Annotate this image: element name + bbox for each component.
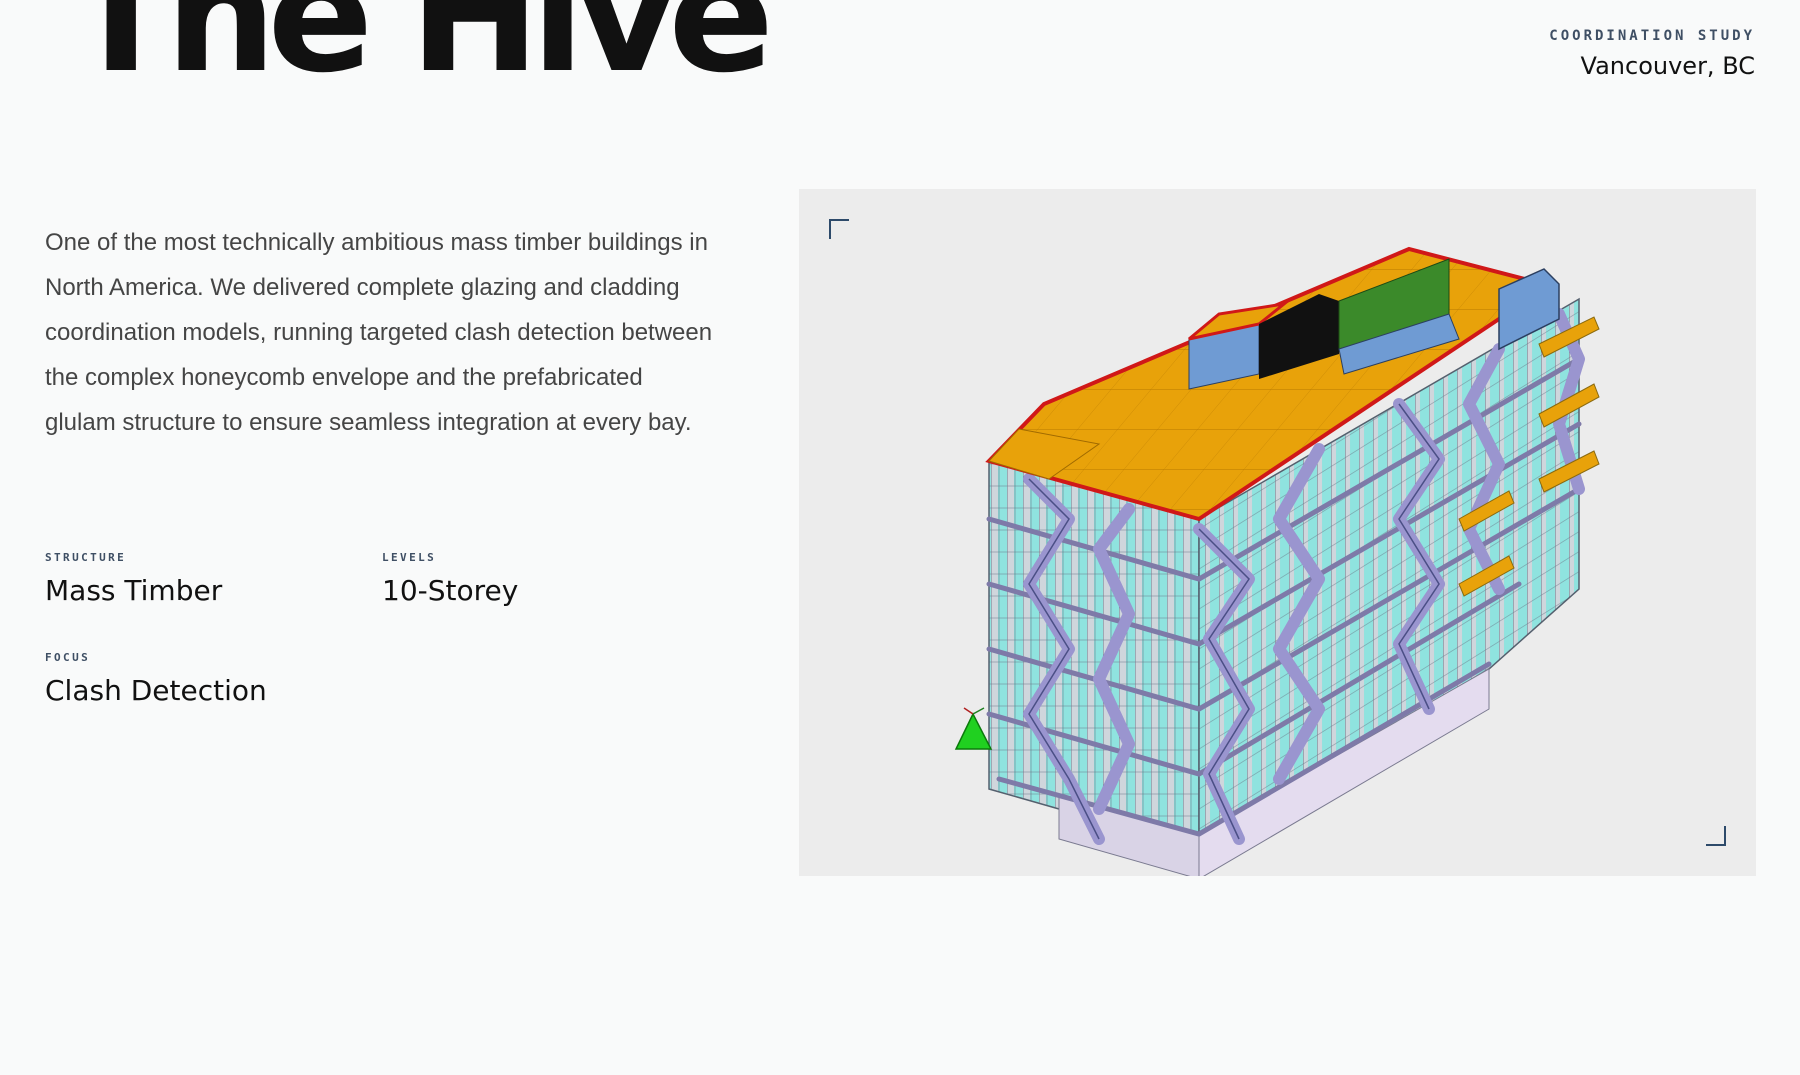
marker-arm (963, 707, 974, 715)
project-meta: COORDINATION STUDY Vancouver, BC (1549, 28, 1755, 80)
spec-label: LEVELS (382, 551, 437, 564)
page-title: The Hive (68, 0, 774, 107)
spec-focus: FOCUS Clash Detection (45, 651, 382, 707)
triangle-marker-icon (954, 712, 993, 750)
spec-levels: LEVELS 10-Storey (382, 551, 642, 607)
marker-arm (972, 707, 985, 715)
facade-left (988, 460, 1200, 850)
spec-value: Mass Timber (45, 574, 223, 607)
study-type-label: COORDINATION STUDY (1549, 28, 1755, 44)
project-page: The Hive COORDINATION STUDY Vancouver, B… (0, 0, 1800, 1075)
spec-label: STRUCTURE (45, 551, 127, 564)
spec-value: 10-Storey (382, 574, 519, 607)
project-description: One of the most technically ambitious ma… (45, 229, 713, 436)
spec-value: Clash Detection (45, 674, 267, 707)
building-model-image (799, 189, 1756, 876)
building-model-drawing (954, 246, 1600, 876)
spec-structure: STRUCTURE Mass Timber (45, 551, 382, 607)
project-location: Vancouver, BC (1580, 52, 1755, 80)
spec-label: FOCUS (45, 651, 91, 664)
project-specs: STRUCTURE Mass Timber LEVELS 10-Storey F… (45, 551, 645, 707)
